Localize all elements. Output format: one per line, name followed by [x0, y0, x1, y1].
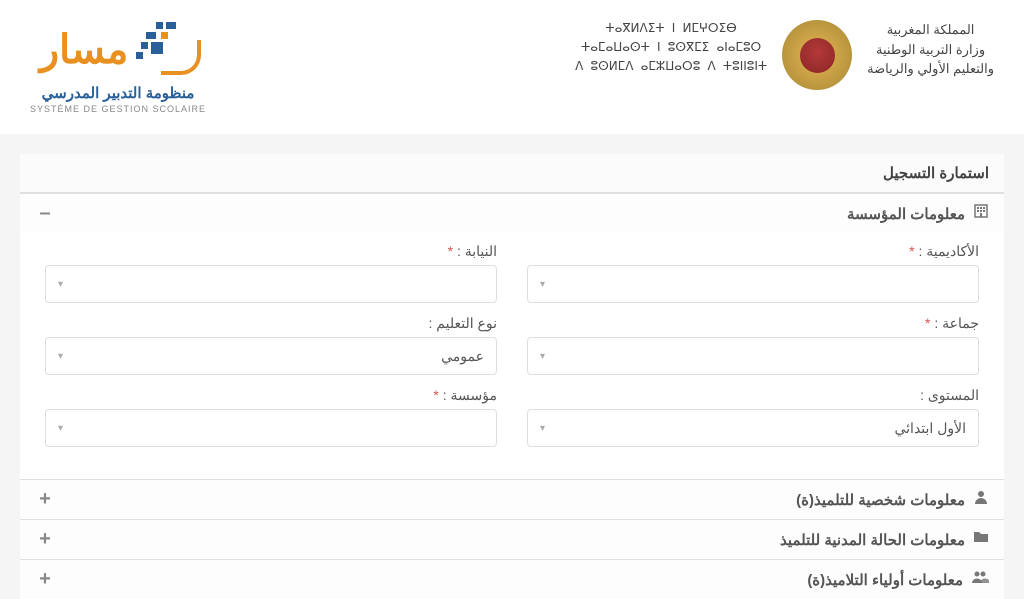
section-institution-body: الأكاديمية : * ▾ النيابة : * ▾ جماعة [20, 233, 1004, 479]
chevron-down-icon: ▾ [540, 423, 545, 434]
ministry-text: المملكة المغربية وزارة التربية الوطنية و… [867, 20, 994, 79]
chevron-down-icon: ▾ [540, 351, 545, 362]
chevron-down-icon: ▾ [540, 279, 545, 290]
level-label: المستوى : [527, 387, 979, 404]
collapse-icon: – [35, 202, 55, 225]
expand-icon: + [35, 568, 55, 591]
header-ministry-block: المملكة المغربية وزارة التربية الوطنية و… [575, 20, 994, 90]
section-institution: معلومات المؤسسة – الأكاديمية : * ▾ النيا… [20, 193, 1004, 479]
users-icon [971, 569, 989, 590]
ministry-seal-icon [782, 20, 852, 90]
education-type-select[interactable]: عمومي ▾ [45, 337, 497, 375]
logo-text-ar: مسار [40, 27, 129, 73]
section-institution-header[interactable]: معلومات المؤسسة – [20, 194, 1004, 233]
expand-icon: + [35, 488, 55, 511]
section-personal-title: معلومات شخصية للتلميذ(ة) [796, 491, 965, 509]
logo-subtitle-fr: SYSTÈME DE GESTION SCOLAIRE [30, 104, 206, 114]
section-guardians-header[interactable]: معلومات أولياء التلاميذ(ة) + [20, 560, 1004, 599]
chevron-down-icon: ▾ [58, 423, 63, 434]
main-form-container: استمارة التسجيل معلومات المؤسسة – الأكاد… [20, 154, 1004, 599]
education-type-label: نوع التعليم : [45, 315, 497, 332]
education-type-value: عمومي [441, 348, 484, 365]
logo-graphic-icon [136, 20, 196, 80]
commune-label: جماعة : * [527, 315, 979, 332]
section-guardians: معلومات أولياء التلاميذ(ة) + [20, 559, 1004, 599]
school-label: مؤسسة : * [45, 387, 497, 404]
chevron-down-icon: ▾ [58, 351, 63, 362]
massar-logo: مسار منظومة التدبير المدرسي SYSTÈME DE G… [30, 20, 206, 114]
page-header: المملكة المغربية وزارة التربية الوطنية و… [0, 0, 1024, 134]
level-value: الأول ابتدائي [894, 420, 966, 437]
ministry-line1: المملكة المغربية [867, 20, 994, 40]
expand-icon: + [35, 528, 55, 551]
form-title: استمارة التسجيل [20, 154, 1004, 193]
section-guardians-title: معلومات أولياء التلاميذ(ة) [807, 571, 963, 589]
academy-select[interactable]: ▾ [527, 265, 979, 303]
section-civil: معلومات الحالة المدنية للتلميذ + [20, 519, 1004, 559]
section-civil-header[interactable]: معلومات الحالة المدنية للتلميذ + [20, 520, 1004, 559]
section-civil-title: معلومات الحالة المدنية للتلميذ [780, 531, 965, 549]
tamazight-line1: ⵜⴰⴳⵍⴷⵉⵜ ⵏ ⵍⵎⵖⵔⵉⴱ [575, 20, 767, 39]
school-select[interactable]: ▾ [45, 409, 497, 447]
ministry-line3: والتعليم الأولي والرياضة [867, 59, 994, 79]
delegation-select[interactable]: ▾ [45, 265, 497, 303]
academy-label: الأكاديمية : * [527, 243, 979, 260]
chevron-down-icon: ▾ [58, 279, 63, 290]
logo-subtitle-ar: منظومة التدبير المدرسي [42, 84, 195, 102]
building-icon [973, 203, 989, 224]
commune-select[interactable]: ▾ [527, 337, 979, 375]
user-icon [973, 489, 989, 510]
folder-icon [973, 529, 989, 550]
tamazight-line2: ⵜⴰⵎⴰⵡⴰⵙⵜ ⵏ ⵓⵙⴳⵎⵉ ⴰⵏⴰⵎⵓⵔ [575, 39, 767, 58]
tamazight-text: ⵜⴰⴳⵍⴷⵉⵜ ⵏ ⵍⵎⵖⵔⵉⴱ ⵜⴰⵎⴰⵡⴰⵙⵜ ⵏ ⵓⵙⴳⵎⵉ ⴰⵏⴰⵎⵓⵔ… [575, 20, 767, 78]
tamazight-line3: ⴷ ⵓⵙⵍⵎⴷ ⴰⵎⵣⵡⴰⵔⵓ ⴷ ⵜⵓⵏⵏⵓⵏⵜ [575, 58, 767, 77]
section-personal-header[interactable]: معلومات شخصية للتلميذ(ة) + [20, 480, 1004, 519]
delegation-label: النيابة : * [45, 243, 497, 260]
ministry-line2: وزارة التربية الوطنية [867, 40, 994, 60]
section-institution-title: معلومات المؤسسة [847, 205, 965, 223]
level-select[interactable]: الأول ابتدائي ▾ [527, 409, 979, 447]
section-personal: معلومات شخصية للتلميذ(ة) + [20, 479, 1004, 519]
